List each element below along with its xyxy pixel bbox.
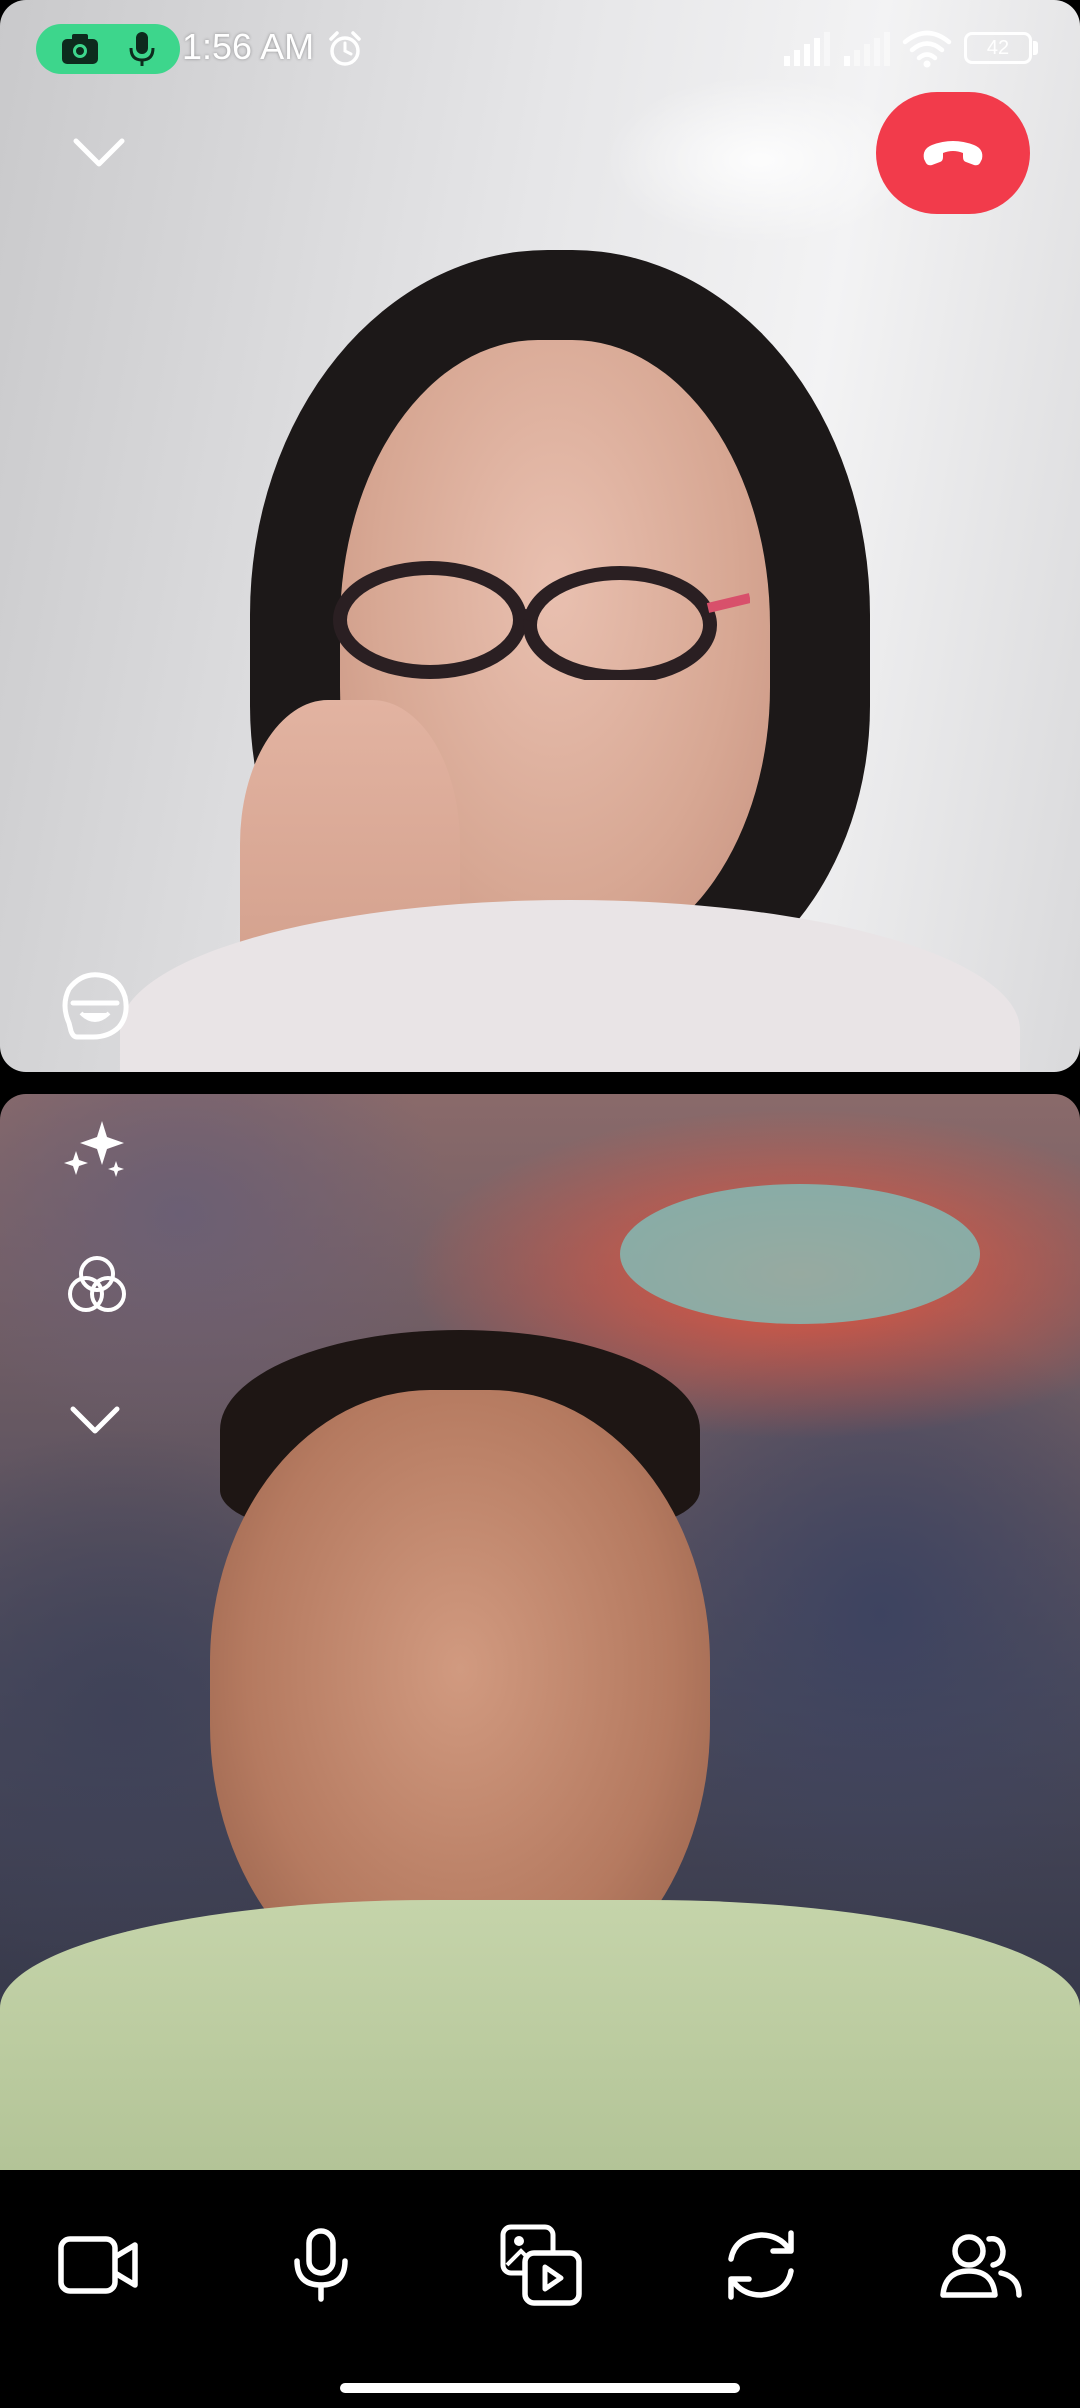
cellular-signal-2-icon [844, 32, 890, 66]
flip-camera-button[interactable] [706, 2210, 816, 2320]
cellular-signal-icon [784, 32, 830, 66]
local-participant-shirt [0, 1900, 1080, 2170]
video-camera-icon [58, 2236, 138, 2294]
alarm-icon [329, 31, 361, 66]
camera-switch-icon [728, 2230, 794, 2300]
color-circles-icon[interactable] [52, 1245, 142, 1325]
status-bar: 1:56 AM 42 [0, 0, 1080, 96]
minimize-chevron-down-icon[interactable] [64, 128, 134, 178]
camera-in-use-icon [62, 34, 98, 64]
sparkles-icon[interactable] [52, 1110, 142, 1190]
remote-participant-glasses [333, 561, 750, 680]
microphone-icon [294, 2228, 348, 2302]
wifi-icon [902, 30, 952, 68]
sticker-face-icon[interactable] [50, 960, 140, 1050]
mic-in-use-icon [129, 32, 155, 66]
local-background-pillow [620, 1184, 980, 1324]
microphone-toggle-button[interactable] [266, 2210, 376, 2320]
phone-hangup-icon [923, 141, 983, 166]
status-time: 1:56 AM [182, 26, 315, 67]
video-call-screen: 1:56 AM 42 [0, 0, 1080, 2408]
home-indicator[interactable] [340, 2383, 740, 2393]
recording-indicator [36, 24, 180, 74]
camera-toggle-button[interactable] [44, 2210, 154, 2320]
battery-indicator: 42 [964, 32, 1032, 64]
add-people-icon [940, 2234, 1022, 2298]
media-share-button[interactable] [486, 2210, 596, 2320]
media-share-icon [500, 2224, 582, 2306]
participants-button[interactable] [926, 2210, 1036, 2320]
collapse-tools-chevron-down-icon[interactable] [60, 1395, 130, 1445]
end-call-button[interactable] [876, 92, 1030, 214]
battery-tip [1033, 41, 1038, 55]
